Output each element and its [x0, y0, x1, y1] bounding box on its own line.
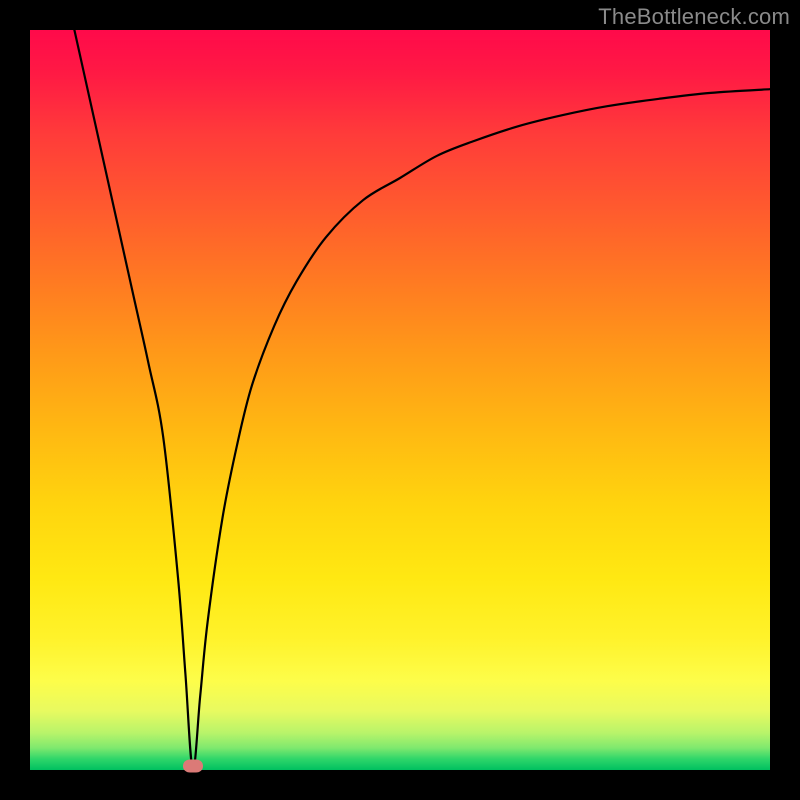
watermark-text: TheBottleneck.com: [598, 4, 790, 30]
chart-curve-svg: [30, 30, 770, 770]
chart-frame: [30, 30, 770, 770]
bottleneck-curve-path: [74, 30, 770, 770]
minimum-marker: [183, 760, 203, 773]
